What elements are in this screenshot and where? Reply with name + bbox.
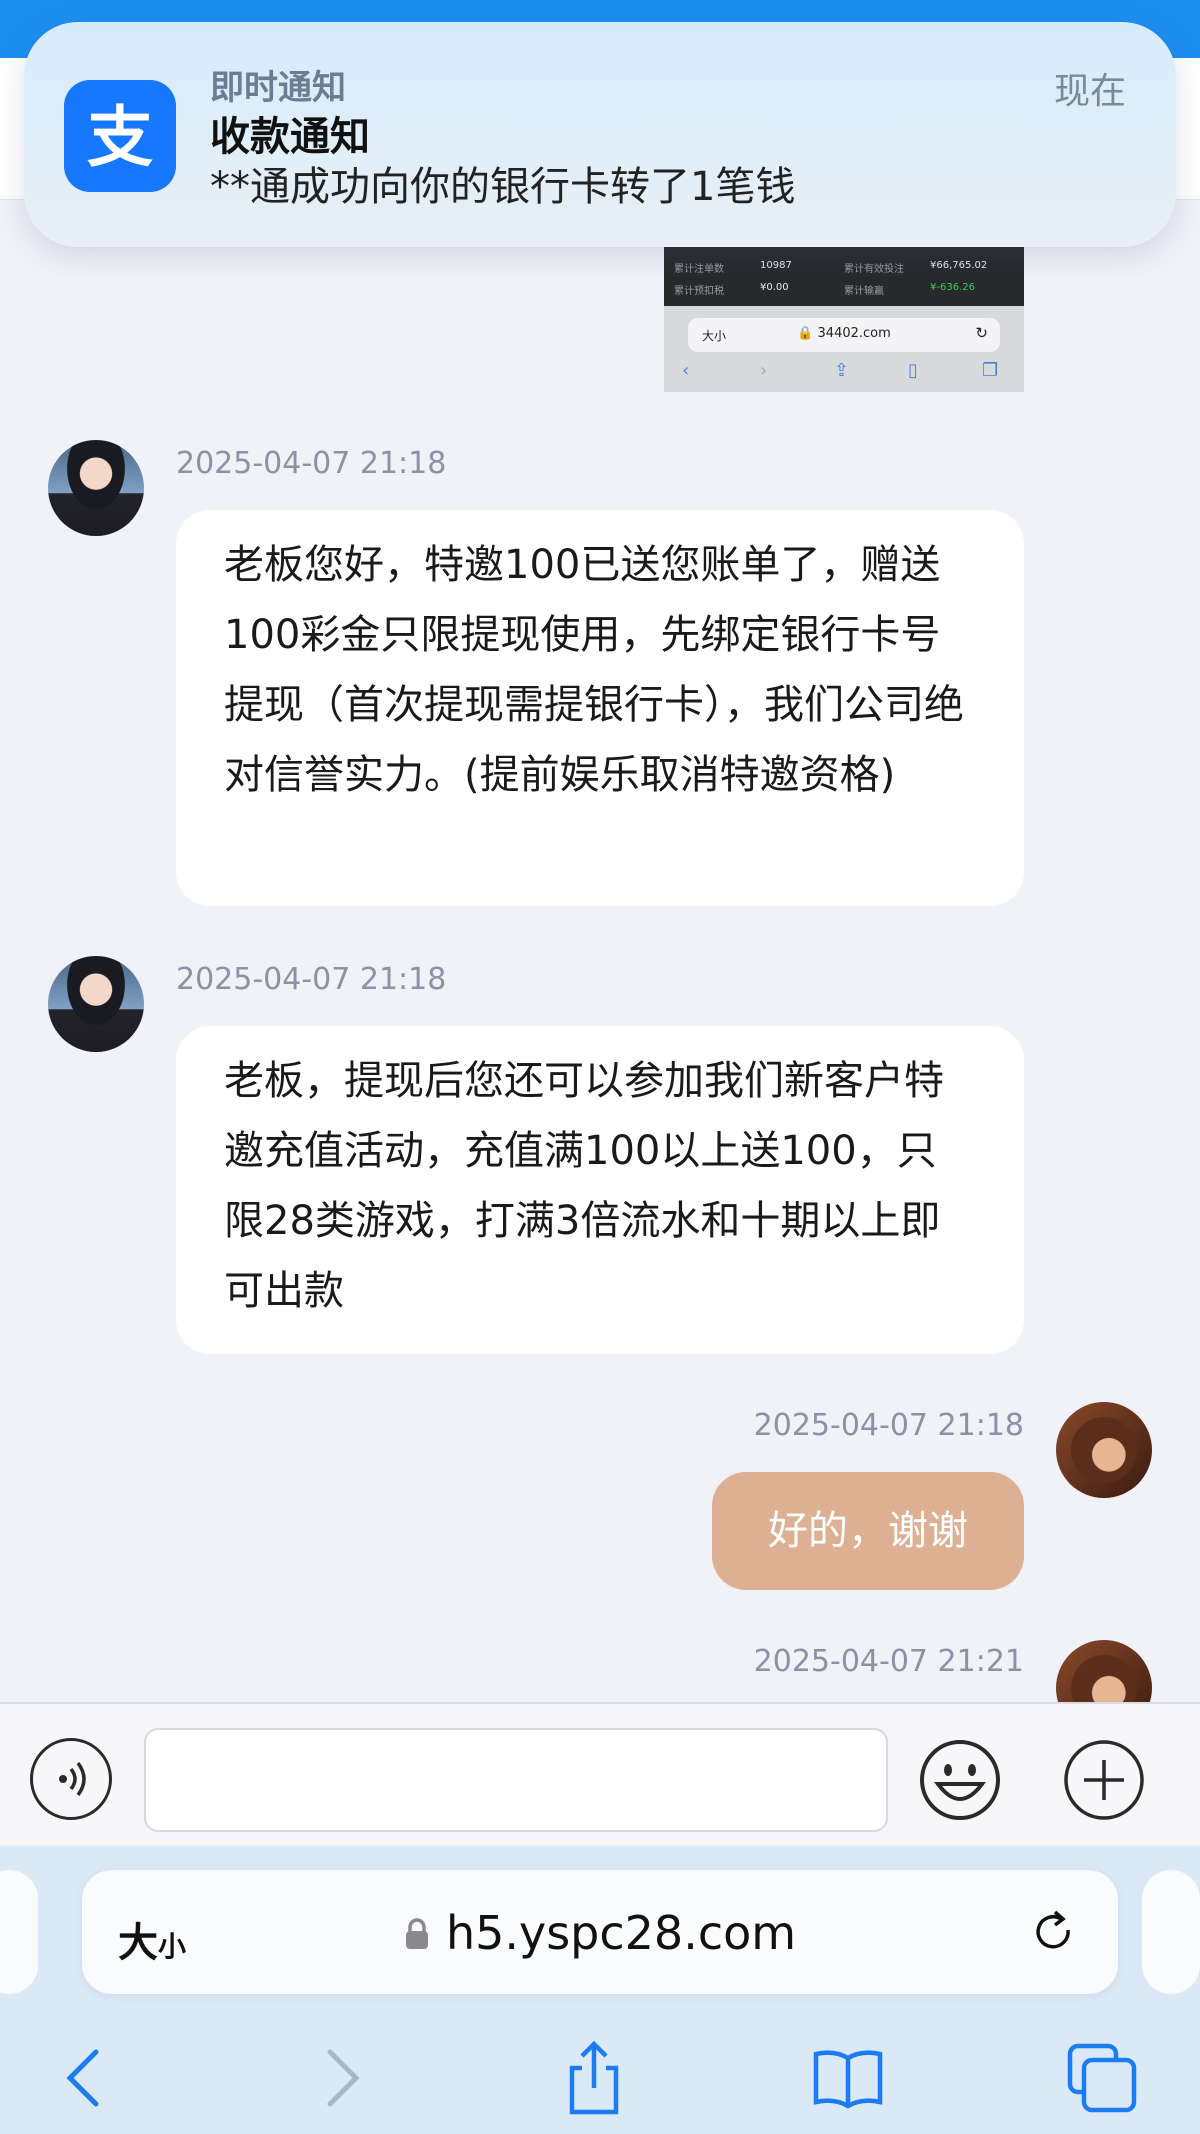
thumb-value-3: ¥0.00: [760, 282, 789, 293]
message-timestamp: 2025-04-07 21:18: [176, 962, 447, 997]
thumb-share-icon: ⇪: [834, 360, 850, 381]
message-timestamp: 2025-04-07 21:18: [753, 1408, 1024, 1443]
image-message-thumbnail[interactable]: 累计注单数 10987 累计有效投注 ¥66,765.02 累计预扣税 ¥0.0…: [664, 246, 1024, 392]
address-bar[interactable]: 大小 h5.yspc28.com: [82, 1870, 1118, 1994]
page: 累计注单数 10987 累计有效投注 ¥66,765.02 累计预扣税 ¥0.0…: [0, 0, 1200, 2134]
url-domain: h5.yspc28.com: [445, 1906, 797, 1960]
share-icon[interactable]: [554, 2038, 634, 2118]
previous-tab-preview[interactable]: [0, 1870, 38, 1994]
thumb-tabs-icon: ❐: [982, 360, 999, 381]
thumb-forward-icon: ›: [760, 360, 768, 381]
thumb-label-3: 累计预扣税: [674, 286, 724, 297]
agent-avatar[interactable]: [48, 956, 144, 1052]
thumb-label-2: 累计有效投注: [844, 264, 904, 275]
notification-banner[interactable]: 支 即时通知 现在 收款通知 **通成功向你的银行卡转了1笔钱: [24, 22, 1176, 247]
notification-app-name: 即时通知: [210, 68, 346, 108]
thumb-value-1: 10987: [760, 260, 792, 271]
back-icon[interactable]: [44, 2038, 124, 2118]
alipay-icon: 支: [64, 80, 176, 192]
notification-body: **通成功向你的银行卡转了1笔钱: [210, 164, 796, 210]
thumb-value-2: ¥66,765.02: [930, 260, 988, 271]
message-input-bar: [0, 1702, 1200, 1844]
message-timestamp: 2025-04-07 21:21: [753, 1644, 1024, 1679]
thumb-bookmarks-icon: ▯: [908, 360, 918, 381]
url-display[interactable]: h5.yspc28.com: [82, 1906, 1118, 1960]
tabs-icon[interactable]: [1062, 2038, 1142, 2118]
thumb-label-1: 累计注单数: [674, 264, 724, 275]
lock-icon: [405, 1918, 428, 1949]
plus-icon[interactable]: [1062, 1738, 1146, 1822]
thumb-value-4: ¥-636.26: [930, 282, 975, 293]
thumb-domain: 🔒 34402.com: [797, 326, 891, 341]
notification-time: 现在: [1053, 71, 1126, 112]
browser-toolbar: 大小 h5.yspc28.com: [0, 1846, 1200, 2134]
forward-icon[interactable]: [302, 2038, 382, 2118]
my-message-bubble[interactable]: 好的，谢谢: [712, 1472, 1024, 1590]
thumb-label-4: 累计输赢: [844, 286, 884, 297]
reload-icon[interactable]: [1028, 1906, 1080, 1958]
message-timestamp: 2025-04-07 21:18: [176, 446, 447, 481]
thumb-domain-text: 34402.com: [817, 326, 891, 341]
svg-text:支: 支: [87, 99, 153, 176]
agent-avatar[interactable]: [48, 440, 144, 536]
thumb-back-icon: ‹: [682, 360, 690, 381]
thumb-reload-icon: ↻: [975, 324, 988, 342]
emoji-icon[interactable]: [918, 1738, 1002, 1822]
next-tab-preview[interactable]: [1142, 1870, 1200, 1994]
bookmarks-icon[interactable]: [808, 2038, 888, 2118]
my-avatar[interactable]: [1056, 1402, 1152, 1498]
voice-icon[interactable]: [30, 1738, 112, 1820]
thumbnail-url-field: 大小 🔒 34402.com ↻: [688, 318, 1000, 352]
thumbnail-stats: 累计注单数 10987 累计有效投注 ¥66,765.02 累计预扣税 ¥0.0…: [664, 246, 1024, 306]
agent-message-bubble[interactable]: 老板，提现后您还可以参加我们新客户特邀充值活动，充值满100以上送100，只限2…: [176, 1026, 1024, 1354]
message-input[interactable]: [144, 1728, 888, 1832]
agent-message-bubble[interactable]: 老板您好，特邀100已送您账单了，赠送100彩金只限提现使用，先绑定银行卡号提现…: [176, 510, 1024, 906]
